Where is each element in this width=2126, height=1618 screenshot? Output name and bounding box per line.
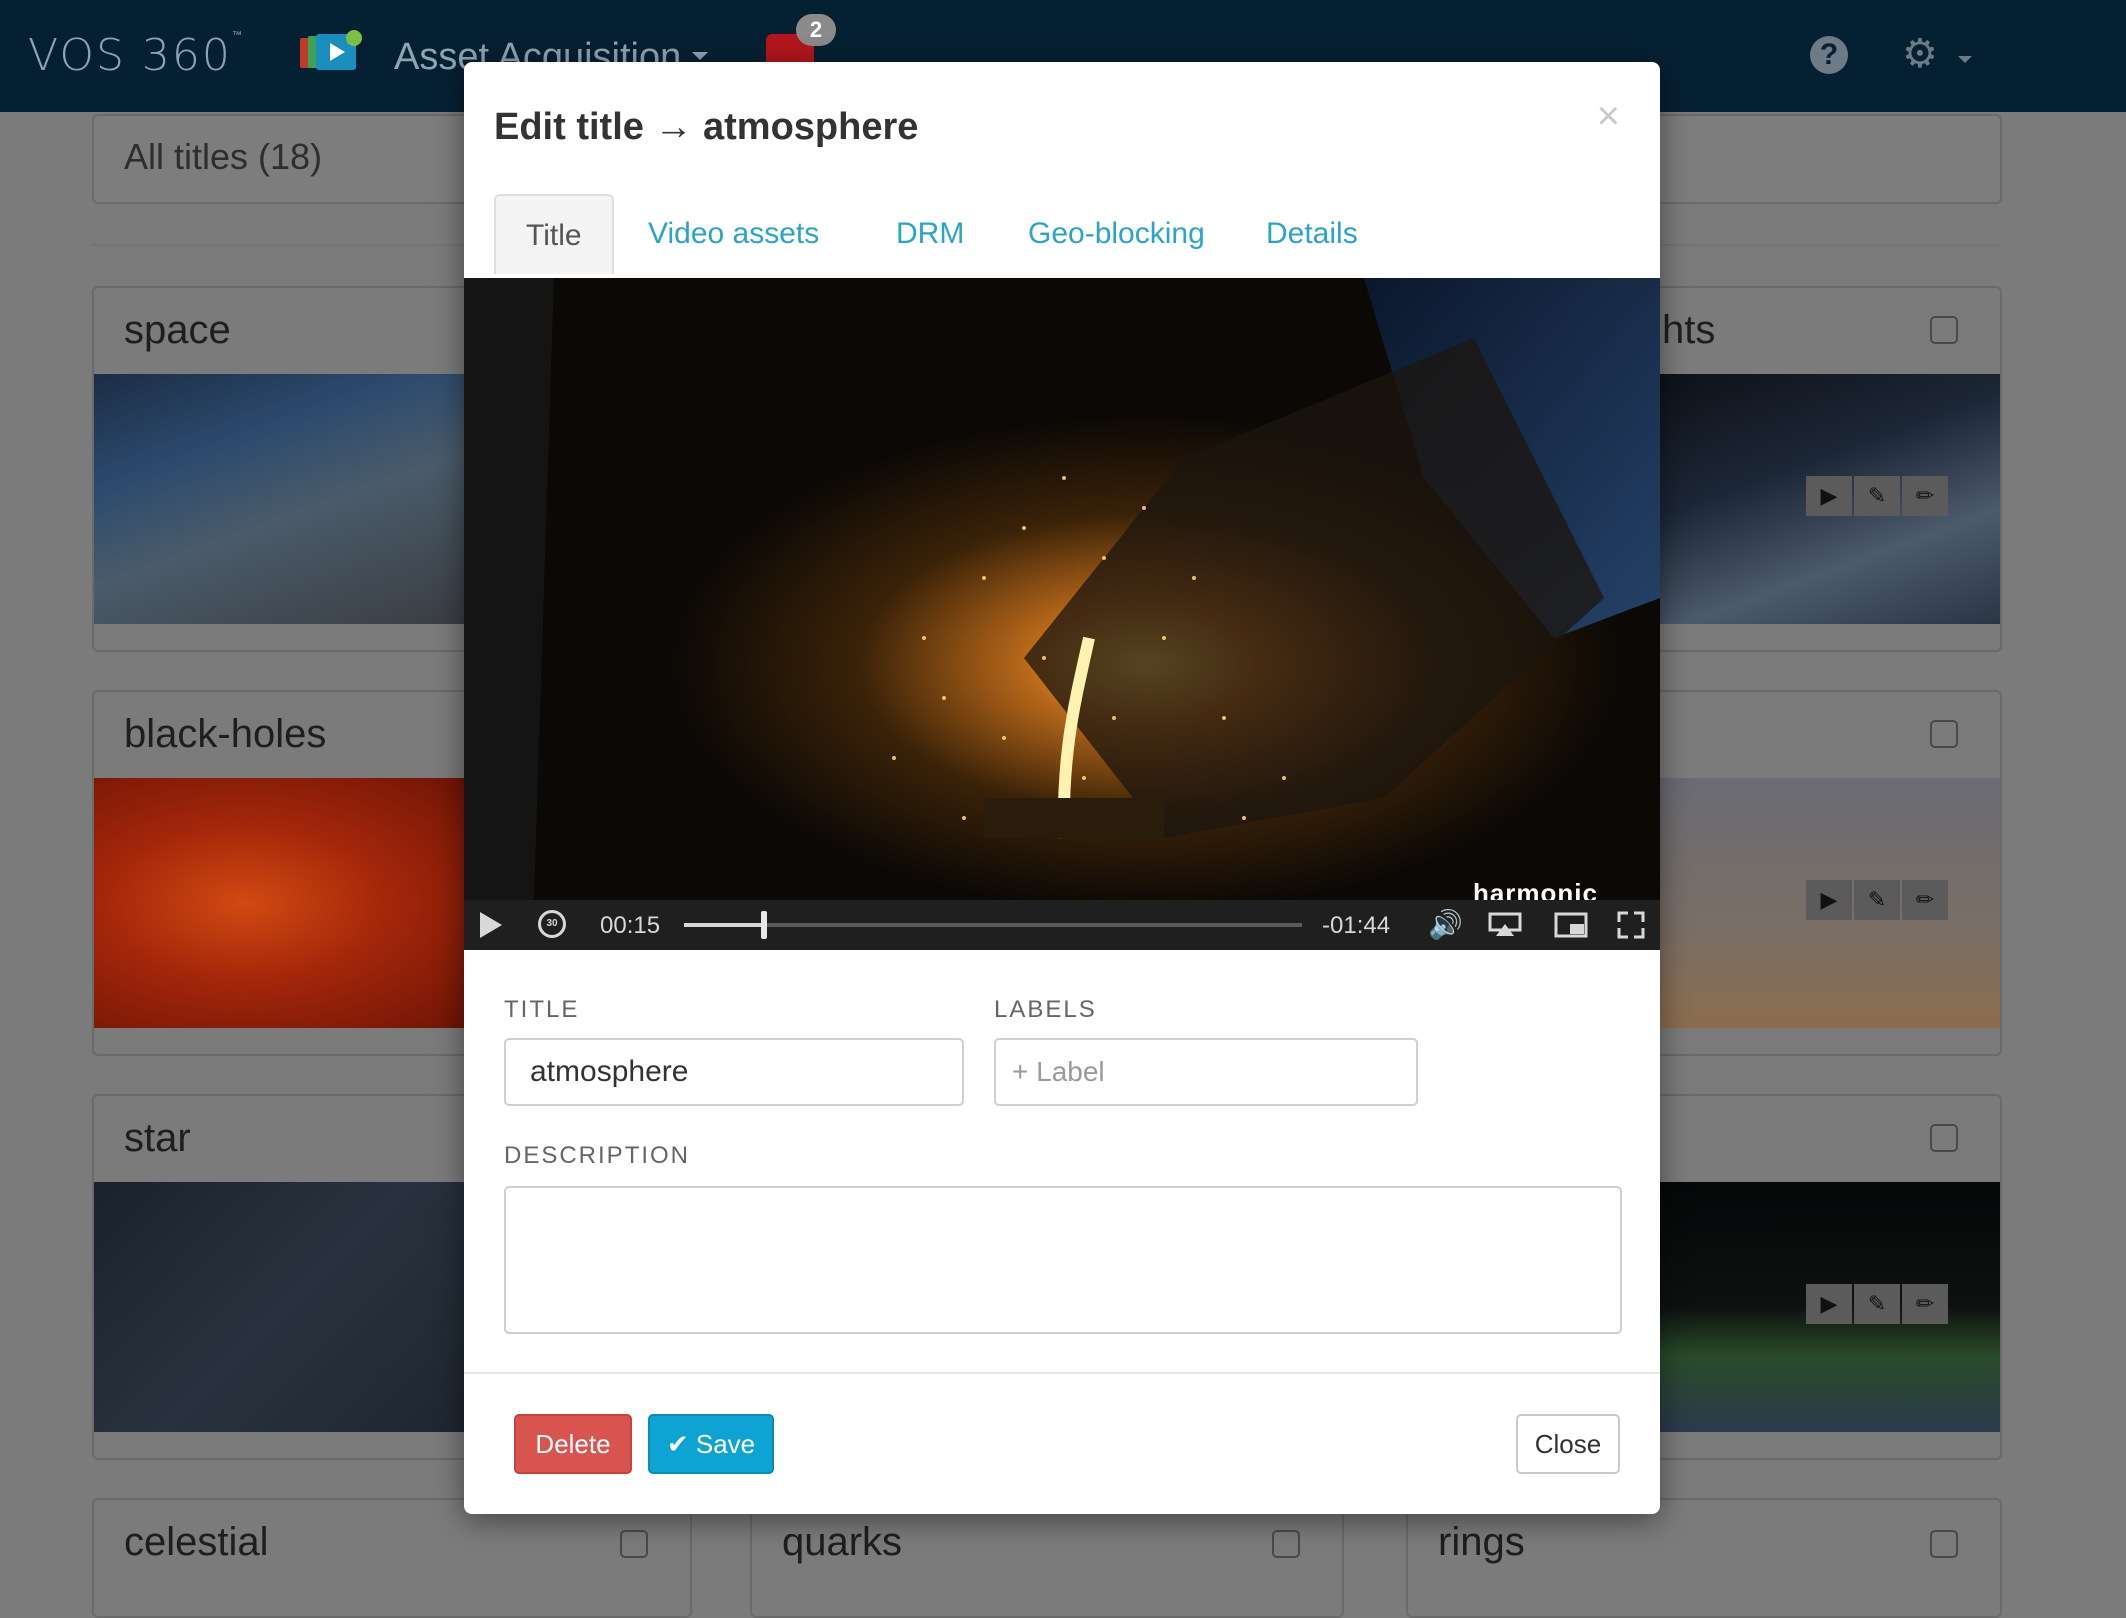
title-field-label: TITLE — [504, 996, 580, 1023]
video-frame — [464, 278, 1660, 900]
close-button[interactable]: Close — [1516, 1414, 1620, 1474]
save-button[interactable]: ✔ Save — [648, 1414, 774, 1474]
modal-footer-divider — [464, 1372, 1660, 1374]
tab-video-assets[interactable]: Video assets — [616, 194, 851, 274]
current-time: 00:15 — [600, 912, 661, 939]
tab-title[interactable]: Title — [494, 194, 614, 274]
description-textarea[interactable] — [504, 1186, 1622, 1334]
description-field-label: DESCRIPTION — [504, 1142, 691, 1169]
check-icon: ✔ — [666, 1429, 696, 1459]
tab-drm[interactable]: DRM — [864, 194, 996, 274]
picture-in-picture-icon[interactable] — [1554, 912, 1588, 938]
remaining-time: -01:44 — [1322, 912, 1391, 939]
rewind-30-icon[interactable]: 30 — [538, 910, 566, 938]
play-icon[interactable] — [480, 912, 502, 938]
save-label: Save — [695, 1429, 756, 1459]
modal-title: Edit title → atmosphere — [494, 106, 919, 148]
title-input[interactable]: atmosphere — [504, 1038, 964, 1106]
airplay-icon[interactable] — [1488, 912, 1522, 938]
volume-icon[interactable]: 🔊 — [1428, 910, 1463, 940]
seek-progress — [684, 923, 765, 927]
player-controls: 30 00:15 -01:44 🔊 — [464, 900, 1660, 950]
delete-button[interactable]: Delete — [514, 1414, 632, 1474]
labels-field-label: LABELS — [994, 996, 1097, 1023]
tab-geo-blocking[interactable]: Geo-blocking — [996, 194, 1237, 274]
edit-title-modal: Edit title → atmosphere × Title Video as… — [464, 62, 1660, 1514]
tab-details[interactable]: Details — [1234, 194, 1390, 274]
fullscreen-icon[interactable] — [1616, 910, 1646, 940]
video-player[interactable]: harmonic 30 00:15 -01:44 🔊 — [464, 278, 1660, 950]
labels-input[interactable]: + Label — [994, 1038, 1418, 1106]
seek-bar[interactable] — [684, 911, 1302, 939]
close-icon[interactable]: × — [1597, 96, 1620, 136]
seek-handle[interactable] — [761, 911, 768, 939]
modal-tabs: Title Video assets DRM Geo-blocking Deta… — [494, 194, 1630, 274]
